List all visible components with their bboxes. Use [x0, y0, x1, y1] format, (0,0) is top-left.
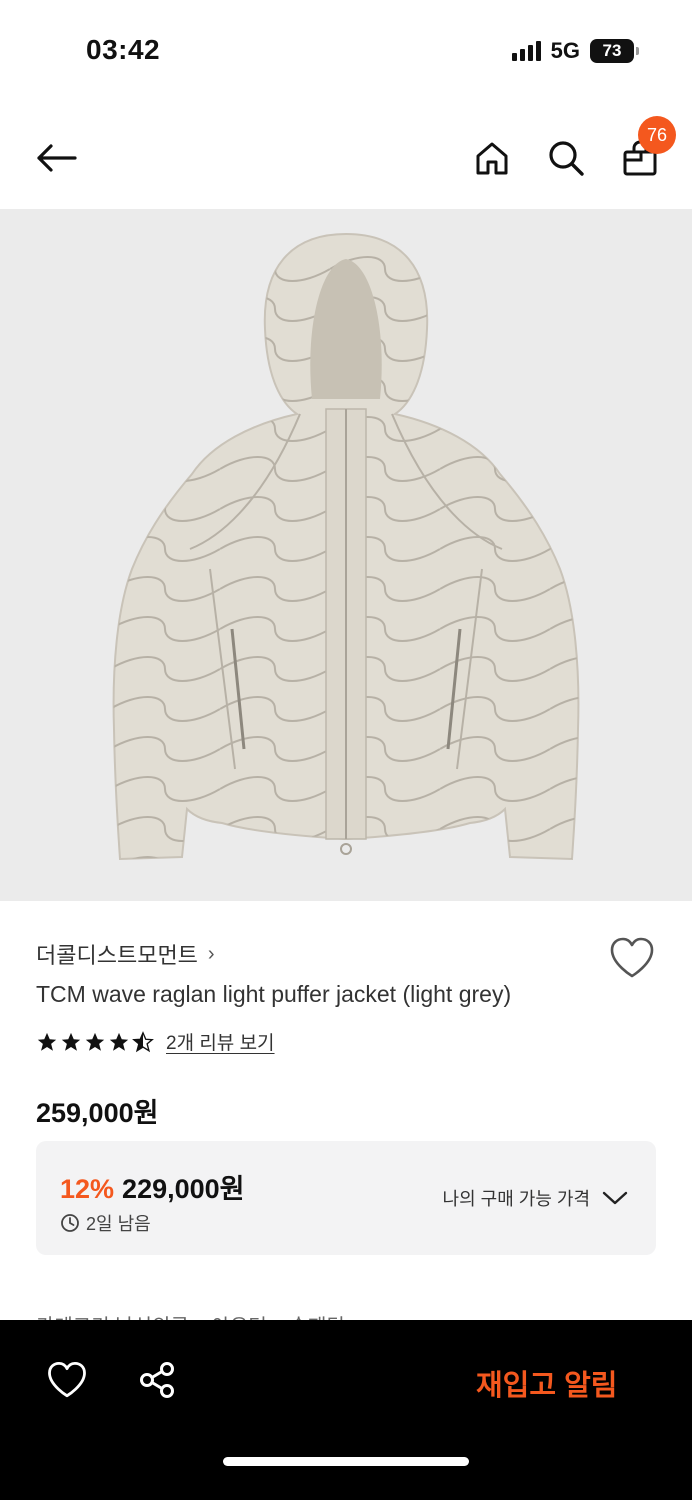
home-indicator — [223, 1457, 469, 1466]
bottom-action-bar: 재입고 알림 — [0, 1320, 692, 1500]
discount-rate: 12% — [60, 1174, 115, 1204]
share-button[interactable] — [138, 1360, 178, 1400]
home-icon — [476, 142, 508, 175]
status-bar: 03:42 5G 73 — [0, 0, 692, 100]
wishlist-button[interactable] — [608, 936, 656, 980]
rating-row: 2개 리뷰 보기 — [36, 1028, 275, 1055]
network-type: 5G — [550, 38, 580, 63]
brand-name: 더콜디스트모먼트 — [36, 943, 198, 968]
share-icon — [140, 1362, 174, 1398]
half-star-icon — [132, 1030, 154, 1052]
restock-alert-button[interactable]: 재입고 알림 — [476, 1362, 617, 1404]
time-left-label: 2일 남음 — [86, 1214, 151, 1234]
product-title: TCM wave raglan light puffer jacket (lig… — [36, 981, 512, 1007]
signal-icon — [511, 41, 541, 61]
heart-icon — [610, 937, 654, 978]
chevron-down-icon — [602, 1191, 628, 1205]
star-icon — [61, 1032, 81, 1051]
bottom-wishlist-button[interactable] — [46, 1360, 88, 1402]
back-button[interactable] — [32, 136, 80, 180]
status-time: 03:42 — [86, 34, 161, 65]
brand-link[interactable]: 더콜디스트모먼트 › — [36, 938, 215, 970]
deal-price-row: 12% 229,000원 — [60, 1167, 245, 1206]
battery-icon: 73 — [590, 39, 639, 63]
star-icon — [37, 1032, 57, 1051]
status-indicators: 5G 73 — [511, 38, 639, 64]
product-image[interactable] — [0, 209, 692, 901]
back-arrow-icon — [37, 144, 77, 172]
chevron-right-icon: › — [207, 942, 215, 965]
deal-price-box[interactable]: 12% 229,000원 2일 남음 나의 구매 가능 가격 — [36, 1141, 656, 1255]
deal-price: 229,000원 — [122, 1174, 245, 1204]
cart-count-badge: 76 — [638, 116, 676, 154]
puffer-jacket-illustration — [112, 232, 580, 861]
my-price-label: 나의 구매 가능 가격 — [442, 1189, 590, 1209]
deal-time-left: 2일 남음 — [60, 1210, 151, 1236]
battery-level: 73 — [602, 41, 622, 60]
star-icon — [109, 1032, 129, 1051]
my-price-toggle[interactable]: 나의 구매 가능 가격 — [443, 1185, 628, 1211]
top-nav: 76 — [0, 110, 692, 206]
original-price: 259,000원 — [36, 1098, 159, 1128]
review-link[interactable]: 2개 리뷰 보기 — [166, 1028, 275, 1055]
star-rating — [36, 1030, 154, 1053]
home-button[interactable] — [470, 136, 514, 180]
star-icon — [85, 1032, 105, 1051]
heart-icon — [48, 1361, 86, 1398]
search-button[interactable] — [544, 136, 588, 180]
search-icon — [549, 141, 584, 176]
clock-icon — [61, 1214, 79, 1232]
